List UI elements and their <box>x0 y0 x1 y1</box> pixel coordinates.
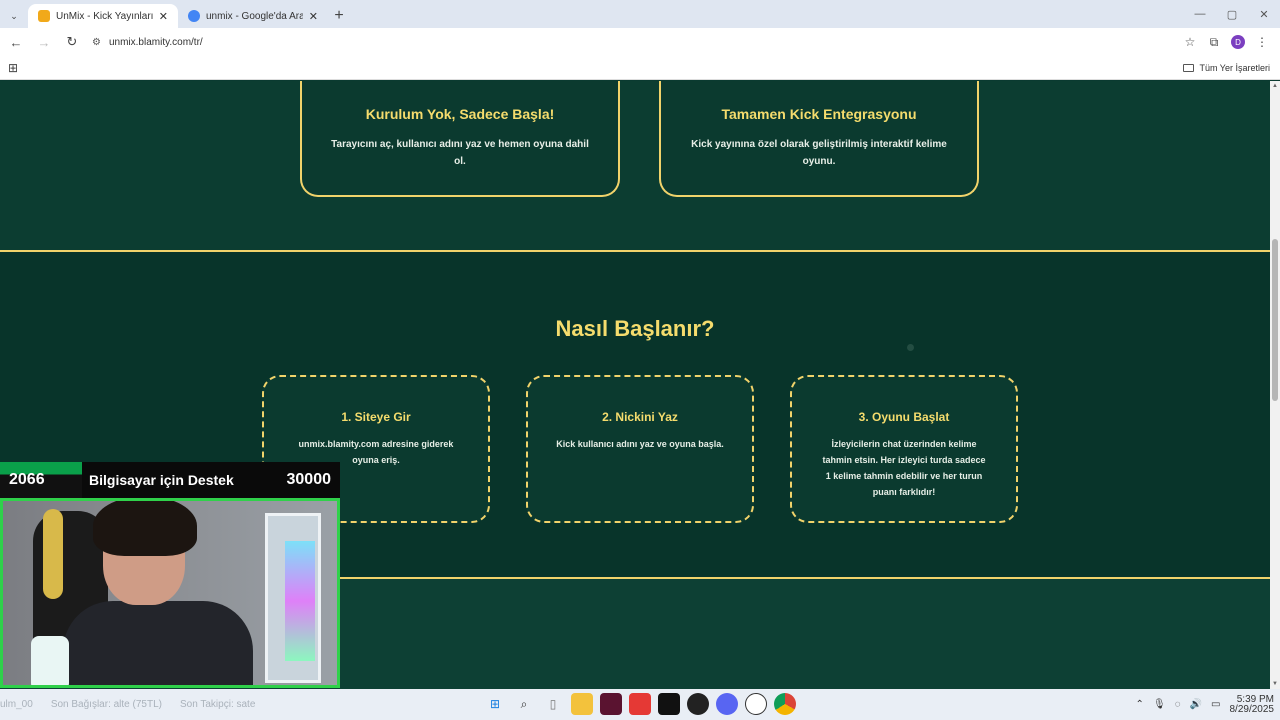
url-text: unmix.blamity.com/tr/ <box>108 36 203 48</box>
google-favicon-icon <box>188 10 200 22</box>
section-title: Nasıl Başlanır? <box>555 316 715 341</box>
back-arrow-icon[interactable]: ← <box>4 30 28 54</box>
windows-taskbar: ulm_00 Son Bağışlar: alte (75TL) Son Tak… <box>0 689 1280 720</box>
stream-ticker: ulm_00 Son Bağışlar: alte (75TL) Son Tak… <box>0 689 350 720</box>
scrollbar-thumb[interactable] <box>1272 239 1278 401</box>
microphone-icon[interactable]: 🎙 <box>1153 699 1166 710</box>
reload-icon[interactable]: ↻ <box>60 30 84 54</box>
feature-title: Tamamen Kick Entegrasyonu <box>721 106 917 122</box>
new-tab-button[interactable]: + <box>328 4 350 28</box>
chatgpt-icon[interactable] <box>745 693 767 715</box>
donation-goal-bar: 2066 Bilgisayar için Destek 30000 <box>0 462 340 498</box>
extensions-icon[interactable]: ⧉ <box>1202 30 1226 54</box>
forward-arrow-icon[interactable]: → <box>32 30 56 54</box>
goal-label: Bilgisayar için Destek <box>89 472 234 488</box>
chair-stripe <box>43 509 63 599</box>
tab-google[interactable]: unmix - Google'da Ara ✕ <box>178 4 328 28</box>
folder-icon <box>1183 63 1195 72</box>
step-text: İzleyicilerin chat üzerinden kelime tahm… <box>822 439 986 497</box>
goal-target-amount: 30000 <box>286 471 332 488</box>
goal-current-amount: 2066 <box>0 462 82 498</box>
battery-icon[interactable]: ▭ <box>1211 699 1220 710</box>
tab-title: UnMix - Kick Yayınları İçin Kelim <box>56 10 153 22</box>
address-bar[interactable]: ⚙ unmix.blamity.com/tr/ <box>92 31 1162 53</box>
step-title: 2. Nickini Yaz <box>602 410 678 424</box>
webcam-feed <box>0 498 340 688</box>
scroll-down-icon[interactable]: ▼ <box>1270 679 1280 689</box>
browser-toolbar: ← → ↻ ⚙ unmix.blamity.com/tr/ ☆ ⧉ D ⋮ <box>0 28 1280 56</box>
ticker-item: ulm_00 <box>0 699 33 710</box>
file-explorer-icon[interactable] <box>571 693 593 715</box>
app-video-icon[interactable] <box>629 693 651 715</box>
step-card-3: 3. Oyunu Başlat İzleyicilerin chat üzeri… <box>790 375 1018 523</box>
ticker-item: Son Bağışlar: alte (75TL) <box>50 699 162 710</box>
app-m-icon[interactable] <box>600 693 622 715</box>
taskbar-apps: ⊞ ⌕ ▯ <box>484 693 803 717</box>
tab-unmix[interactable]: UnMix - Kick Yayınları İçin Kelim ✕ <box>28 4 178 28</box>
clock[interactable]: 5:39 PM 8/29/2025 <box>1229 693 1275 715</box>
feature-text: Tarayıcını aç, kullanıcı adını yaz ve he… <box>331 139 589 167</box>
decorative-dot <box>907 344 914 351</box>
menu-kebab-icon[interactable]: ⋮ <box>1250 30 1274 54</box>
apps-grid-icon[interactable]: ⊞ <box>8 61 18 75</box>
volume-icon[interactable]: 🔊 <box>1190 699 1202 710</box>
clock-date: 8/29/2025 <box>1229 703 1275 715</box>
browser-tab-strip: ⌄ UnMix - Kick Yayınları İçin Kelim ✕ un… <box>0 0 1280 28</box>
site-info-icon[interactable]: ⚙ <box>92 37 101 48</box>
close-tab-icon[interactable]: ✕ <box>309 10 318 23</box>
tiktok-icon[interactable] <box>658 693 680 715</box>
search-icon[interactable]: ⌕ <box>513 693 535 715</box>
feature-card-setup: Kurulum Yok, Sadece Başla! Tarayıcını aç… <box>300 81 620 197</box>
step-text: Kick kullanıcı adını yaz ve oyuna başla. <box>556 439 724 449</box>
pc-rgb-glow <box>285 541 315 661</box>
maximize-icon[interactable]: ▢ <box>1216 0 1248 28</box>
bookmarks-bar: ⊞ Tüm Yer İşaretleri <box>0 56 1280 80</box>
step-card-2: 2. Nickini Yaz Kick kullanıcı adını yaz … <box>526 375 754 523</box>
feature-card-kick: Tamamen Kick Entegrasyonu Kick yayınına … <box>659 81 979 197</box>
feature-text: Kick yayınına özel olarak geliştirilmiş … <box>691 139 947 167</box>
tab-title: unmix - Google'da Ara <box>206 10 303 22</box>
unmix-favicon-icon <box>38 10 50 22</box>
step-title: 3. Oyunu Başlat <box>858 410 950 424</box>
minimize-icon[interactable]: — <box>1184 0 1216 28</box>
ticker-item: Son Takipçi: sate <box>179 699 256 710</box>
chevron-up-icon[interactable]: ⌃ <box>1136 699 1144 710</box>
all-bookmarks-button[interactable]: Tüm Yer İşaretleri <box>1183 63 1270 73</box>
feature-title: Kurulum Yok, Sadece Başla! <box>365 106 555 122</box>
close-window-icon[interactable]: ✕ <box>1248 0 1280 28</box>
close-tab-icon[interactable]: ✕ <box>159 10 168 23</box>
streamer-body <box>63 601 253 685</box>
system-tray: ⌃ 🎙 ◌ 🔊 ▭ 5:39 PM 8/29/2025 <box>1127 689 1274 720</box>
obs-icon[interactable] <box>687 693 709 715</box>
tab-search-button[interactable]: ⌄ <box>0 4 28 28</box>
file-icon[interactable]: ▯ <box>542 693 564 715</box>
chrome-icon[interactable] <box>774 693 796 715</box>
page-scrollbar[interactable]: ▲ ▼ <box>1270 81 1280 689</box>
scroll-up-icon[interactable]: ▲ <box>1270 81 1280 91</box>
step-title: 1. Siteye Gir <box>341 410 411 424</box>
window-controls: — ▢ ✕ <box>1184 0 1280 28</box>
streamer-hair <box>93 501 197 556</box>
all-bookmarks-label: Tüm Yer İşaretleri <box>1199 62 1270 73</box>
clock-time: 5:39 PM <box>1236 693 1274 705</box>
windows-start-icon[interactable]: ⊞ <box>484 693 506 715</box>
mug <box>31 636 69 685</box>
bookmark-star-icon[interactable]: ☆ <box>1178 30 1202 54</box>
discord-icon[interactable] <box>716 693 738 715</box>
network-icon[interactable]: ◌ <box>1175 699 1181 710</box>
profile-avatar[interactable]: D <box>1231 35 1245 49</box>
